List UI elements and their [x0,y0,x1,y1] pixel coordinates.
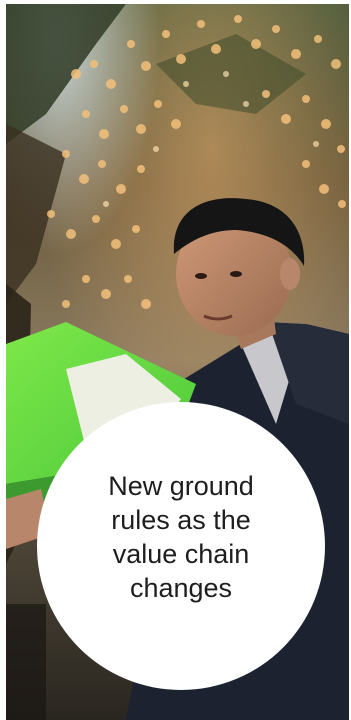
hero-card: New ground rules as the value chain chan… [6,4,349,720]
headline-circle: New ground rules as the value chain chan… [37,402,325,690]
headline-text: New ground rules as the value chain chan… [108,471,254,603]
